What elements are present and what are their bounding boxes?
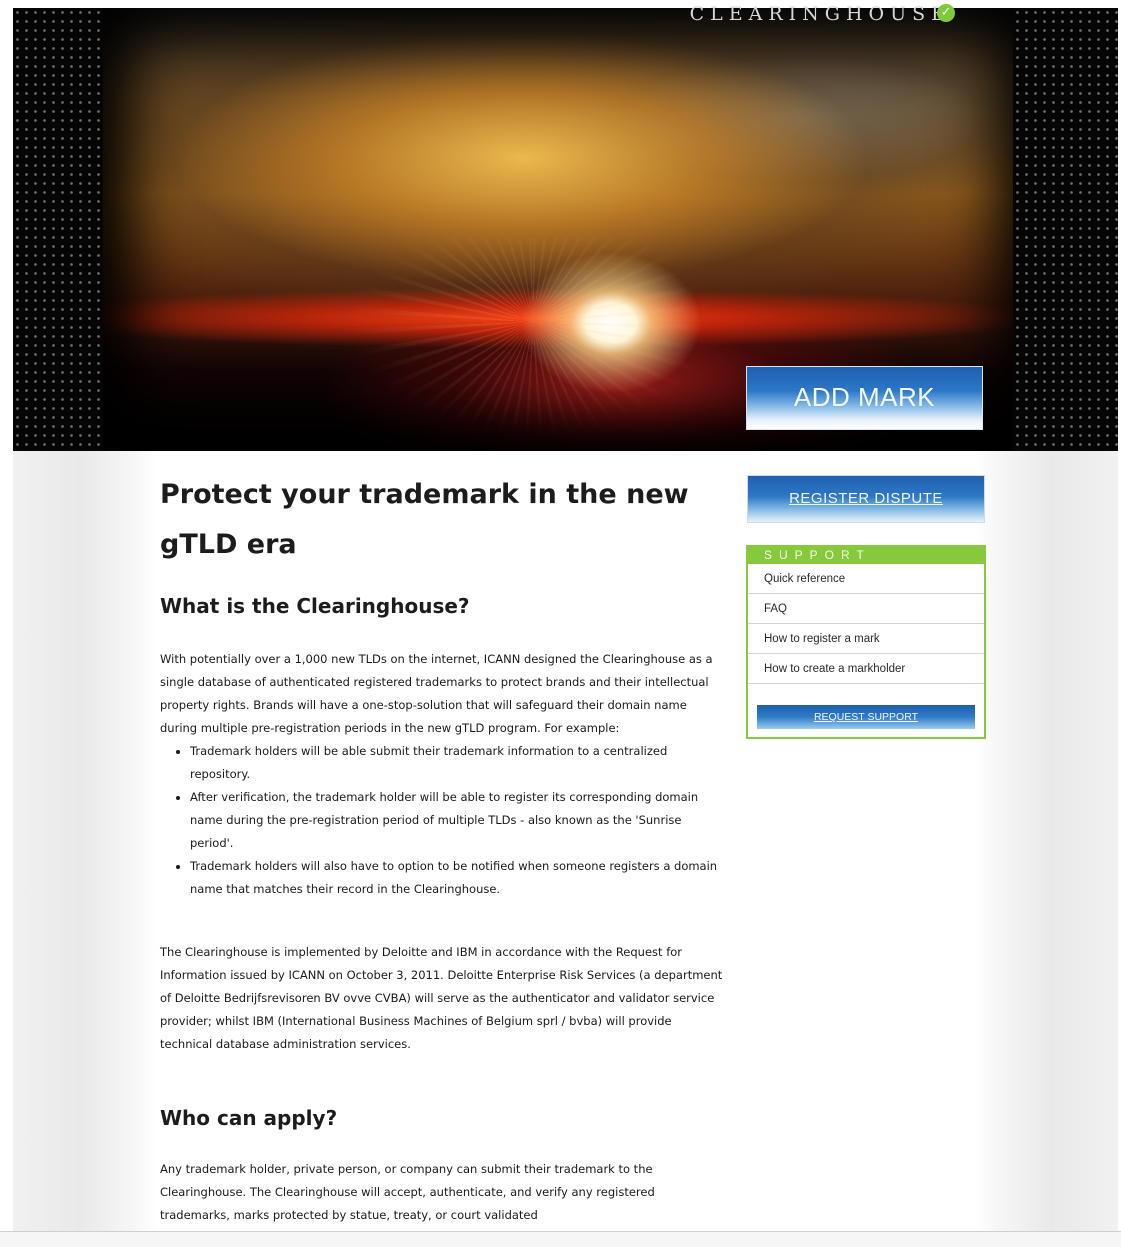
hero-dot-pattern-right bbox=[1013, 8, 1118, 451]
support-title: SUPPORT bbox=[748, 547, 984, 564]
intro-paragraph: With potentially over a 1,000 new TLDs o… bbox=[160, 652, 713, 735]
support-link-register-mark[interactable]: How to register a mark bbox=[748, 624, 984, 654]
who-can-apply-paragraph: Any trademark holder, private person, or… bbox=[160, 1162, 655, 1222]
section-heading-who: Who can apply? bbox=[160, 1106, 338, 1130]
example-list: Trademark holders will be able submit th… bbox=[160, 740, 725, 901]
list-item: After verification, the trademark holder… bbox=[190, 786, 725, 855]
support-panel: SUPPORT Quick reference FAQ How to regis… bbox=[746, 545, 986, 739]
page-title: Protect your trademark in the new gTLD e… bbox=[160, 470, 725, 570]
register-dispute-button[interactable]: REGISTER DISPUTE bbox=[747, 475, 985, 523]
page-title-line2: gTLD era bbox=[160, 529, 297, 560]
implementation-paragraph: The Clearinghouse is implemented by Delo… bbox=[160, 945, 723, 1051]
list-item: Trademark holders will also have to opti… bbox=[190, 855, 725, 901]
support-link-create-markholder[interactable]: How to create a markholder bbox=[748, 654, 984, 684]
section-heading-what: What is the Clearinghouse? bbox=[160, 594, 470, 618]
add-mark-button[interactable]: ADD MARK bbox=[746, 366, 983, 430]
window-bottom-edge bbox=[0, 1231, 1121, 1247]
brand-logo-text[interactable]: CLEARINGHOUSE bbox=[690, 3, 951, 25]
support-link-faq[interactable]: FAQ bbox=[748, 594, 984, 624]
section-what-body: With potentially over a 1,000 new TLDs o… bbox=[160, 648, 725, 901]
page-title-line1: Protect your trademark in the new bbox=[160, 479, 689, 510]
sun-rays bbox=[343, 238, 723, 438]
page-title-block: Protect your trademark in the new gTLD e… bbox=[160, 470, 725, 570]
support-link-quick-reference[interactable]: Quick reference bbox=[748, 564, 984, 594]
check-icon: ✓ bbox=[937, 4, 955, 22]
request-support-button[interactable]: REQUEST SUPPORT bbox=[757, 705, 975, 729]
list-item: Trademark holders will be able submit th… bbox=[190, 740, 725, 786]
